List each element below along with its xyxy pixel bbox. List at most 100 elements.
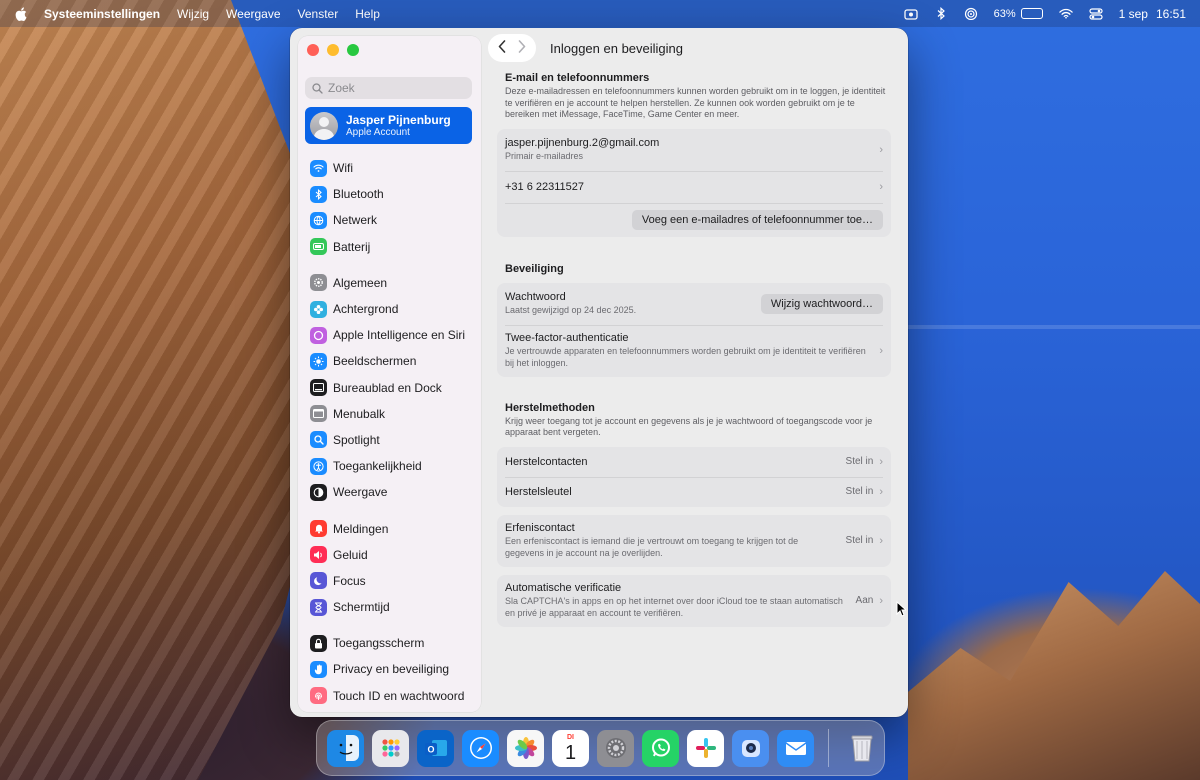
dock-safari-icon[interactable] — [462, 729, 499, 767]
dock-camera-app-icon[interactable] — [732, 729, 769, 767]
back-chevron-icon[interactable] — [498, 39, 506, 57]
dock-icon — [310, 379, 327, 397]
email-address: jasper.pijnenburg.2@gmail.com — [505, 136, 660, 149]
zoom-button[interactable] — [347, 44, 359, 56]
flower-icon — [310, 300, 327, 318]
battery-indicator[interactable]: 63% — [994, 8, 1043, 20]
apple-account-item[interactable]: Jasper Pijnenburg Apple Account — [305, 107, 472, 144]
legacy-contact-title: Erfeniscontact — [505, 522, 575, 534]
bell-icon — [310, 520, 327, 538]
two-factor-description: Je vertrouwde apparaten en telefoonnumme… — [505, 346, 866, 368]
sidebar-item-privacy-en-beveiliging[interactable]: Privacy en beveiliging — [305, 656, 472, 682]
sidebar-item-label: Geluid — [333, 547, 368, 562]
chevron-right-icon: › — [879, 594, 883, 607]
menu-weergave[interactable]: Weergave — [226, 7, 280, 21]
recovery-section-title: Herstelmethoden — [505, 401, 595, 414]
sidebar-item-bluetooth[interactable]: Bluetooth — [305, 181, 472, 207]
phone-row[interactable]: +31 6 22311527 › — [497, 170, 891, 203]
airdrop-icon[interactable] — [964, 7, 978, 20]
two-factor-row[interactable]: Twee-factor-authenticatie Je vertrouwde … — [497, 324, 891, 377]
fingerprint-icon — [310, 687, 327, 705]
auto-verify-card: Automatische verificatie Sla CAPTCHA's i… — [497, 574, 891, 627]
sidebar-divider — [305, 620, 472, 630]
sidebar-item-wifi[interactable]: Wifi — [305, 155, 472, 181]
menubar-date[interactable]: 1 sep — [1119, 7, 1148, 21]
dock-outlook-icon[interactable]: O — [417, 729, 454, 767]
sidebar-nav: Wifi Bluetooth Netwerk Batterij Algemeen Acht… — [305, 155, 472, 709]
auto-verify-row[interactable]: Automatische verificatie Sla CAPTCHA's i… — [497, 575, 891, 627]
sidebar-divider — [305, 505, 472, 515]
page-title: Inloggen en beveiliging — [550, 40, 683, 56]
sidebar-item-label: Batterij — [333, 239, 371, 254]
add-email-phone-button[interactable]: Voeg een e-mailadres of telefoonnummer t… — [631, 209, 883, 230]
forward-chevron-icon[interactable] — [518, 39, 526, 57]
sidebar-item-meldingen[interactable]: Meldingen — [305, 515, 472, 541]
chevron-right-icon: › — [879, 344, 883, 357]
sidebar-item-netwerk[interactable]: Netwerk — [305, 207, 472, 233]
close-button[interactable] — [307, 44, 319, 56]
email-row[interactable]: jasper.pijnenburg.2@gmail.com Primair e-… — [497, 129, 891, 171]
sidebar-item-label: Apple Intelligence en Siri — [333, 328, 466, 343]
recovery-contacts-value: Stel in — [845, 456, 874, 467]
avatar — [310, 111, 338, 140]
appearance-icon — [310, 483, 327, 501]
sidebar-item-weergave[interactable]: Weergave — [305, 479, 472, 505]
bluetooth-icon — [310, 185, 327, 203]
bluetooth-icon[interactable] — [934, 7, 948, 20]
legacy-contact-value: Stel in — [845, 535, 874, 546]
magnifier-icon — [310, 431, 327, 449]
dock-whatsapp-icon[interactable] — [642, 729, 679, 767]
menu-app-name[interactable]: Systeeminstellingen — [44, 7, 160, 21]
sidebar-item-schermtijd[interactable]: Schermtijd — [305, 594, 472, 620]
screen-record-icon[interactable] — [903, 8, 918, 20]
sidebar-item-batterij[interactable]: Batterij — [305, 234, 472, 260]
hourglass-icon — [310, 598, 327, 616]
chevron-right-icon: › — [879, 485, 883, 498]
sidebar-item-bureaublad-en-dock[interactable]: Bureaublad en Dock — [305, 375, 472, 401]
wifi-icon — [310, 159, 327, 177]
menu-wijzig[interactable]: Wijzig — [177, 7, 209, 21]
sidebar-item-apple-intelligence-en-siri[interactable]: Apple Intelligence en Siri — [305, 322, 472, 348]
sidebar-item-menubalk[interactable]: Menubalk — [305, 401, 472, 427]
legacy-contact-row[interactable]: Erfeniscontact Een erfeniscontact is iem… — [497, 515, 891, 567]
recovery-contacts-row[interactable]: Herstelcontacten Stel in › — [497, 447, 891, 477]
menu-help[interactable]: Help — [355, 7, 380, 21]
wifi-icon[interactable] — [1058, 8, 1073, 20]
moon-icon — [310, 572, 327, 590]
apple-icon[interactable] — [14, 6, 28, 22]
change-password-button[interactable]: Wijzig wachtwoord… — [760, 293, 883, 314]
sidebar-item-toegankelijkheid[interactable]: Toegankelijkheid — [305, 453, 472, 479]
security-section-title: Beveiliging — [505, 262, 564, 275]
minimize-button[interactable] — [327, 44, 339, 56]
sidebar-item-algemeen[interactable]: Algemeen — [305, 270, 472, 296]
sidebar-item-label: Bureaublad en Dock — [333, 380, 442, 395]
dock-calendar-icon[interactable]: DI 1 — [552, 729, 589, 767]
dock-finder-icon[interactable] — [327, 729, 364, 767]
dock-trash-icon[interactable] — [843, 730, 880, 767]
dock-photos-icon[interactable] — [507, 729, 544, 767]
control-center-icon[interactable] — [1089, 7, 1103, 20]
sidebar-item-beeldschermen[interactable]: Beeldschermen — [305, 348, 472, 374]
menu-venster[interactable]: Venster — [298, 7, 339, 21]
two-factor-title: Twee-factor-authenticatie — [505, 332, 629, 344]
dock-system-settings-icon[interactable] — [597, 729, 634, 767]
search-field[interactable] — [305, 77, 472, 99]
dock-launchpad-icon[interactable] — [372, 729, 409, 767]
sidebar-item-focus[interactable]: Focus — [305, 568, 472, 594]
titlebar: Inloggen en beveiliging — [486, 28, 908, 68]
sidebar-item-spotlight[interactable]: Spotlight — [305, 427, 472, 453]
sidebar-item-toegangsscherm[interactable]: Toegangsscherm — [305, 630, 472, 656]
window-controls — [307, 44, 359, 56]
sidebar-item-achtergrond[interactable]: Achtergrond — [305, 296, 472, 322]
dock-slack-icon[interactable] — [687, 729, 724, 767]
sidebar-item-geluid[interactable]: Geluid — [305, 542, 472, 568]
main-content: E-mail en telefoonnummers Deze e-mailadr… — [497, 72, 891, 627]
legacy-contact-description: Een erfeniscontact is iemand die je vert… — [505, 536, 799, 558]
recovery-key-row[interactable]: Herstelsleutel Stel in › — [497, 476, 891, 507]
calendar-day: 1 — [564, 741, 577, 764]
search-input[interactable] — [328, 81, 458, 95]
menubar-time[interactable]: 16:51 — [1156, 7, 1186, 21]
sidebar-item-touch-id-en-wachtwoord[interactable]: Touch ID en wachtwoord — [305, 683, 472, 709]
sidebar-item-label: Netwerk — [333, 213, 378, 228]
dock-mail-icon[interactable] — [777, 729, 814, 767]
